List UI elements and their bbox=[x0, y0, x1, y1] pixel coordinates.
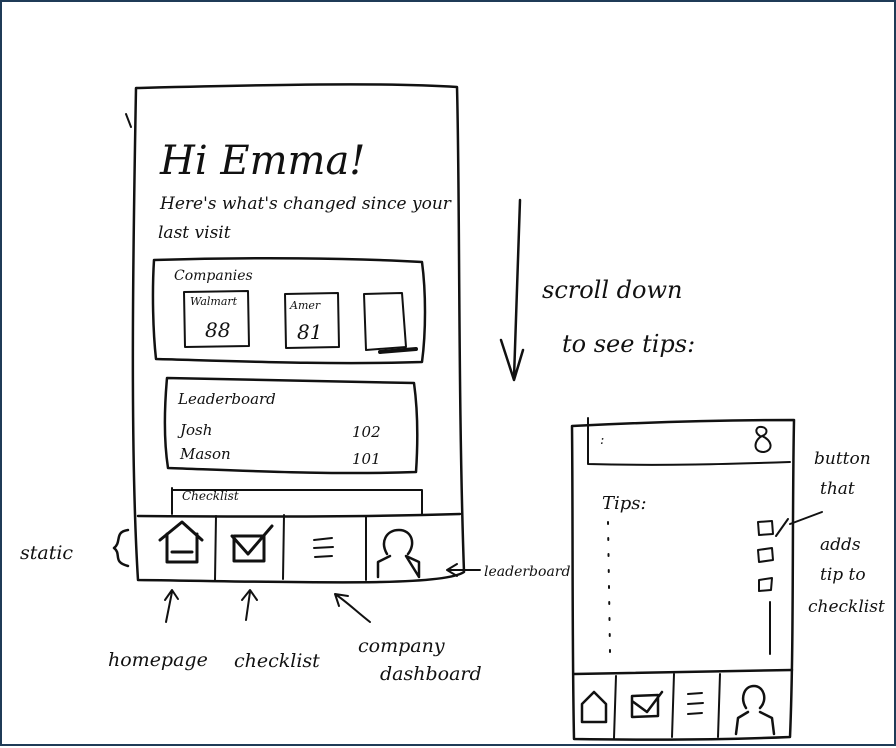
button-label-line-2: that bbox=[820, 479, 855, 499]
person-icon bbox=[734, 684, 776, 736]
bottom-tab-bar bbox=[572, 668, 794, 739]
tips-label: Tips: bbox=[602, 493, 647, 514]
checklist-peek[interactable]: Checklist bbox=[171, 487, 423, 515]
static-label: static bbox=[20, 542, 73, 564]
company-score: 81 bbox=[297, 320, 322, 344]
tab-checklist[interactable] bbox=[630, 690, 664, 719]
add-tip-button[interactable] bbox=[758, 577, 773, 592]
companies-card[interactable]: Companies Walmart 88 Amer 81 bbox=[151, 257, 427, 365]
scroll-label-line-2: to see tips: bbox=[562, 330, 695, 358]
company-dashboard-annotation: company dashboard bbox=[334, 593, 482, 685]
button-label-line-1: button bbox=[814, 449, 871, 469]
top-bar-dot: : bbox=[600, 433, 604, 448]
static-annotation: static bbox=[20, 528, 130, 568]
company-tile-walmart[interactable]: Walmart 88 bbox=[183, 290, 250, 348]
checklist-peek-label: Checklist bbox=[182, 489, 239, 503]
company-tile-amer[interactable]: Amer 81 bbox=[284, 292, 340, 349]
tab-home[interactable] bbox=[158, 520, 204, 564]
person-icon bbox=[376, 528, 421, 579]
leaderboard-row-score: 101 bbox=[352, 450, 381, 468]
phone-tips: : Tips: bbox=[570, 417, 796, 741]
leaderboard-row-name: Josh bbox=[177, 421, 212, 439]
company-name: Amer bbox=[289, 299, 321, 312]
wireframe-sketch: Hi Emma! Here's what's changed since you… bbox=[20, 83, 885, 741]
checkbox-icon bbox=[230, 524, 274, 563]
menu-lines-icon bbox=[313, 537, 334, 558]
leaderboard-card[interactable]: Leaderboard Josh 102 Mason 101 bbox=[163, 376, 419, 475]
homepage-annotation: homepage bbox=[108, 589, 208, 671]
add-tip-button[interactable] bbox=[757, 547, 774, 563]
checklist-annotation: checklist bbox=[234, 589, 320, 672]
bottom-tab-bar bbox=[136, 512, 462, 581]
tab-leaderboard[interactable] bbox=[734, 684, 776, 736]
company-tile-empty[interactable] bbox=[363, 292, 418, 354]
phone-main: Hi Emma! Here's what's changed since you… bbox=[125, 83, 466, 584]
sketch-canvas: Hi Emma! Here's what's changed since you… bbox=[0, 0, 896, 746]
leaderboard-row-score: 102 bbox=[352, 423, 381, 441]
tips-list bbox=[607, 521, 771, 655]
company-label-line-1: company bbox=[358, 635, 445, 657]
add-tip-buttons bbox=[757, 520, 774, 592]
scroll-label-line-1: scroll down bbox=[542, 276, 682, 304]
tab-company-dashboard[interactable] bbox=[687, 692, 704, 715]
add-tip-button[interactable] bbox=[757, 520, 774, 536]
subtitle-line-2: last visit bbox=[158, 223, 231, 243]
adds-label-line-1: adds bbox=[820, 535, 861, 555]
menu-lines-icon bbox=[687, 692, 704, 715]
leaderboard-row-name: Mason bbox=[179, 445, 231, 463]
homepage-label: homepage bbox=[108, 649, 208, 671]
company-name: Walmart bbox=[190, 295, 238, 308]
tab-home[interactable] bbox=[580, 690, 608, 724]
home-icon bbox=[580, 690, 608, 724]
adds-label-line-2: tip to bbox=[820, 565, 866, 585]
home-icon bbox=[158, 520, 204, 564]
leaderboard-label: leaderboard bbox=[484, 564, 570, 580]
tab-company-dashboard[interactable] bbox=[313, 537, 334, 558]
leaderboard-annotation: leaderboard bbox=[446, 563, 570, 580]
companies-title: Companies bbox=[174, 268, 253, 284]
scroll-annotation: scroll down to see tips: bbox=[499, 198, 695, 382]
adds-label-line-3: checklist bbox=[808, 597, 885, 617]
greeting-title: Hi Emma! bbox=[159, 138, 365, 184]
checkbox-icon bbox=[630, 690, 664, 719]
leaderboard-title: Leaderboard bbox=[177, 390, 276, 408]
company-label-line-2: dashboard bbox=[380, 663, 482, 685]
company-score: 88 bbox=[205, 318, 230, 342]
checklist-label: checklist bbox=[234, 650, 320, 672]
subtitle-line-1: Here's what's changed since your bbox=[159, 194, 452, 214]
tab-checklist[interactable] bbox=[230, 524, 274, 563]
profile-icon[interactable] bbox=[754, 425, 772, 453]
tab-leaderboard[interactable] bbox=[376, 528, 421, 579]
